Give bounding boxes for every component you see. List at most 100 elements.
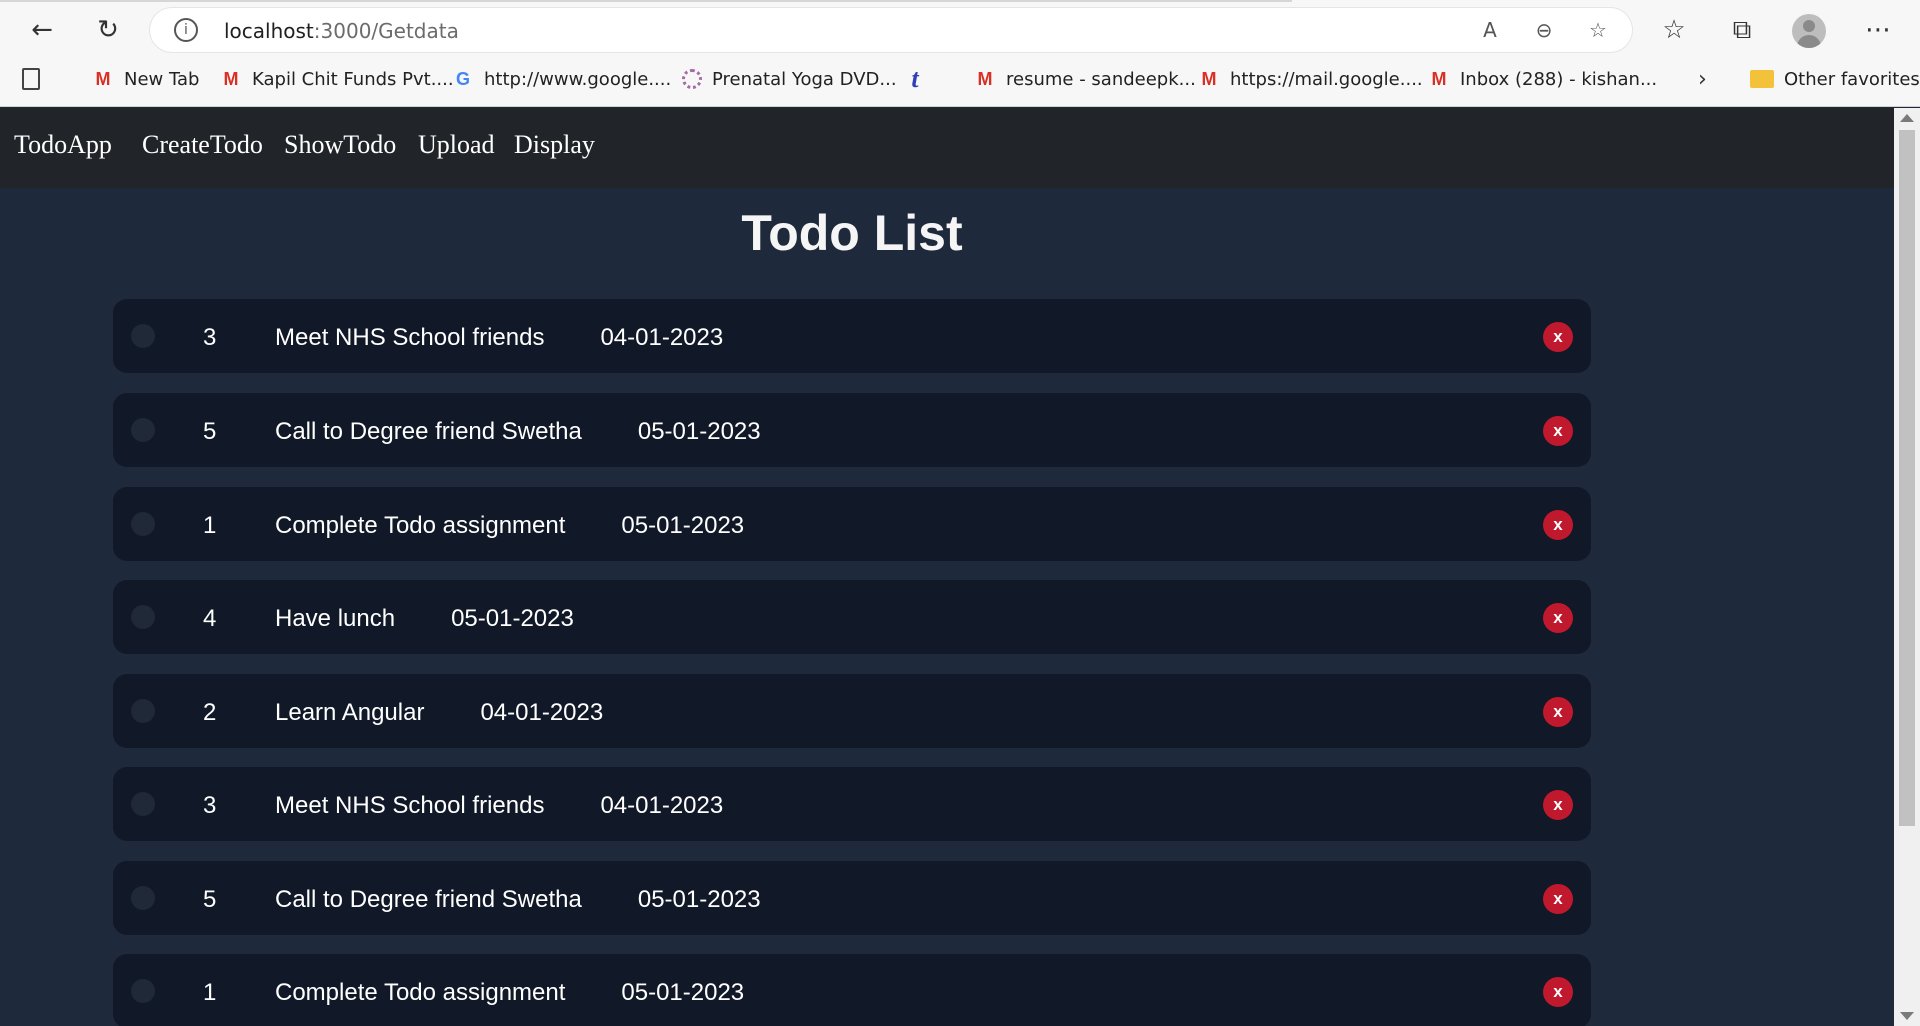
todo-checkbox[interactable] (131, 324, 155, 348)
bookmark-label: Prenatal Yoga DVD... (712, 68, 897, 90)
todo-text-row: Meet NHS School friends 04-01-2023 (275, 792, 723, 820)
todo-id: 1 (203, 512, 217, 539)
todo-checkbox[interactable] (131, 512, 155, 536)
nav-link-show-todo[interactable]: ShowTodo (284, 130, 396, 160)
bookmark-item[interactable]: M New Tab (92, 64, 200, 94)
gmail-icon: M (95, 68, 111, 89)
todo-date: 05-01-2023 (451, 605, 574, 632)
url-text[interactable]: localhost:3000/Getdata (224, 19, 459, 43)
address-bar[interactable]: i localhost:3000/Getdata A ⊖ ☆ (150, 8, 1632, 52)
read-aloud-icon[interactable]: A (1476, 16, 1504, 44)
todo-text: Learn Angular (275, 699, 425, 726)
delete-button[interactable]: x (1543, 510, 1573, 540)
todo-item: 1 Complete Todo assignment 05-01-2023 x (113, 487, 1591, 561)
delete-button[interactable]: x (1543, 790, 1573, 820)
back-arrow-icon[interactable]: ← (22, 10, 62, 50)
google-icon: G (455, 68, 470, 89)
delete-button[interactable]: x (1543, 416, 1573, 446)
other-favorites-label: Other favorites (1784, 68, 1920, 90)
todo-id: 5 (203, 886, 217, 913)
delete-button[interactable]: x (1543, 977, 1573, 1007)
todo-date: 04-01-2023 (600, 792, 724, 819)
todo-item: 5 Call to Degree friend Swetha 05-01-2023… (113, 861, 1591, 935)
url-host: localhost (224, 19, 314, 43)
bookmark-item[interactable]: M Kapil Chit Funds Pvt.... (220, 64, 454, 94)
bookmark-label: New Tab (124, 68, 200, 90)
todo-id: 5 (203, 418, 217, 445)
delete-button[interactable]: x (1543, 322, 1573, 352)
todo-checkbox[interactable] (131, 605, 155, 629)
todo-text-row: Call to Degree friend Swetha 05-01-2023 (275, 418, 761, 446)
todo-text-row: Learn Angular 04-01-2023 (275, 699, 603, 727)
favorites-icon[interactable]: ☆ (1654, 10, 1694, 50)
todo-text: Call to Degree friend Swetha (275, 418, 582, 445)
todo-item: 3 Meet NHS School friends 04-01-2023 x (113, 767, 1591, 841)
zoom-out-icon[interactable]: ⊖ (1530, 16, 1558, 44)
todo-text-row: Complete Todo assignment 05-01-2023 (275, 979, 744, 1007)
bookmark-label: Kapil Chit Funds Pvt.... (252, 68, 454, 90)
add-favorite-icon[interactable]: ☆ (1584, 16, 1612, 44)
page-content: TodoApp CreateTodo ShowTodo Upload Displ… (0, 108, 1894, 1026)
delete-button[interactable]: x (1543, 884, 1573, 914)
folder-icon (1750, 70, 1774, 88)
todo-text: Call to Degree friend Swetha (275, 886, 582, 913)
scrollbar-thumb[interactable] (1899, 130, 1915, 826)
other-favorites[interactable]: Other favorites (1750, 64, 1920, 94)
todo-checkbox[interactable] (131, 886, 155, 910)
todo-text: Complete Todo assignment (275, 979, 566, 1006)
page-title: Todo List (741, 205, 963, 261)
todo-item: 3 Meet NHS School friends 04-01-2023 x (113, 299, 1591, 373)
chevron-right-icon[interactable]: › (1698, 64, 1707, 94)
bookmark-item[interactable]: Prenatal Yoga DVD... (682, 64, 897, 94)
todo-date: 05-01-2023 (637, 418, 761, 445)
tumblr-icon: t (911, 64, 919, 93)
nav-link-display[interactable]: Display (514, 130, 595, 160)
site-info-icon[interactable]: i (174, 18, 198, 42)
todo-checkbox[interactable] (131, 979, 155, 1003)
bookmark-item[interactable]: M https://mail.google.... (1198, 64, 1423, 94)
bookmarks-bar: M New Tab M Kapil Chit Funds Pvt.... G h… (0, 60, 1920, 98)
page-scrollbar[interactable] (1894, 108, 1920, 1026)
browser-chrome: ← ↻ i localhost:3000/Getdata A ⊖ ☆ ☆ ⧉ ⋯… (0, 0, 1920, 107)
delete-button[interactable]: x (1543, 697, 1573, 727)
todo-text: Meet NHS School friends (275, 324, 545, 351)
todo-text-row: Complete Todo assignment 05-01-2023 (275, 512, 744, 540)
todo-text-row: Have lunch 05-01-2023 (275, 605, 574, 633)
todo-checkbox[interactable] (131, 699, 155, 723)
bookmark-page-icon[interactable] (22, 64, 50, 94)
delete-button[interactable]: x (1543, 603, 1573, 633)
scroll-up-icon[interactable] (1900, 114, 1914, 122)
todo-date: 04-01-2023 (600, 324, 724, 351)
todo-item: 5 Call to Degree friend Swetha 05-01-2023… (113, 393, 1591, 467)
bookmark-item[interactable]: M resume - sandeepk... (974, 64, 1196, 94)
todo-date: 05-01-2023 (621, 979, 745, 1006)
todo-item: 2 Learn Angular 04-01-2023 x (113, 674, 1591, 748)
bookmark-item[interactable]: M Inbox (288) - kishan... (1428, 64, 1658, 94)
bookmark-label: http://www.google.... (484, 68, 672, 90)
nav-link-upload[interactable]: Upload (418, 130, 495, 160)
nav-brand[interactable]: TodoApp (14, 130, 112, 160)
todo-id: 1 (203, 979, 217, 1006)
todo-text: Complete Todo assignment (275, 512, 566, 539)
todo-date: 05-01-2023 (621, 512, 745, 539)
nav-link-create-todo[interactable]: CreateTodo (142, 130, 263, 160)
url-path: :3000/Getdata (313, 19, 459, 43)
more-menu-icon[interactable]: ⋯ (1858, 10, 1898, 50)
gmail-icon: M (1201, 68, 1217, 89)
bookmark-item[interactable]: G http://www.google.... (452, 64, 671, 94)
todo-id: 3 (203, 792, 217, 819)
todo-text-row: Meet NHS School friends 04-01-2023 (275, 324, 723, 352)
todo-text: Meet NHS School friends (275, 792, 545, 819)
scroll-down-icon[interactable] (1900, 1012, 1914, 1020)
collections-icon[interactable]: ⧉ (1722, 10, 1762, 50)
todo-date: 05-01-2023 (637, 886, 761, 913)
browser-toolbar: ← ↻ i localhost:3000/Getdata A ⊖ ☆ ☆ ⧉ ⋯ (0, 0, 1920, 60)
gmail-icon: M (1431, 68, 1447, 89)
bookmark-label: resume - sandeepk... (1006, 68, 1196, 90)
todo-checkbox[interactable] (131, 792, 155, 816)
todo-checkbox[interactable] (131, 418, 155, 442)
profile-avatar[interactable] (1792, 14, 1826, 48)
bookmark-item[interactable]: t (904, 64, 936, 94)
reload-icon[interactable]: ↻ (88, 10, 128, 50)
todo-item: 1 Complete Todo assignment 05-01-2023 x (113, 954, 1591, 1026)
